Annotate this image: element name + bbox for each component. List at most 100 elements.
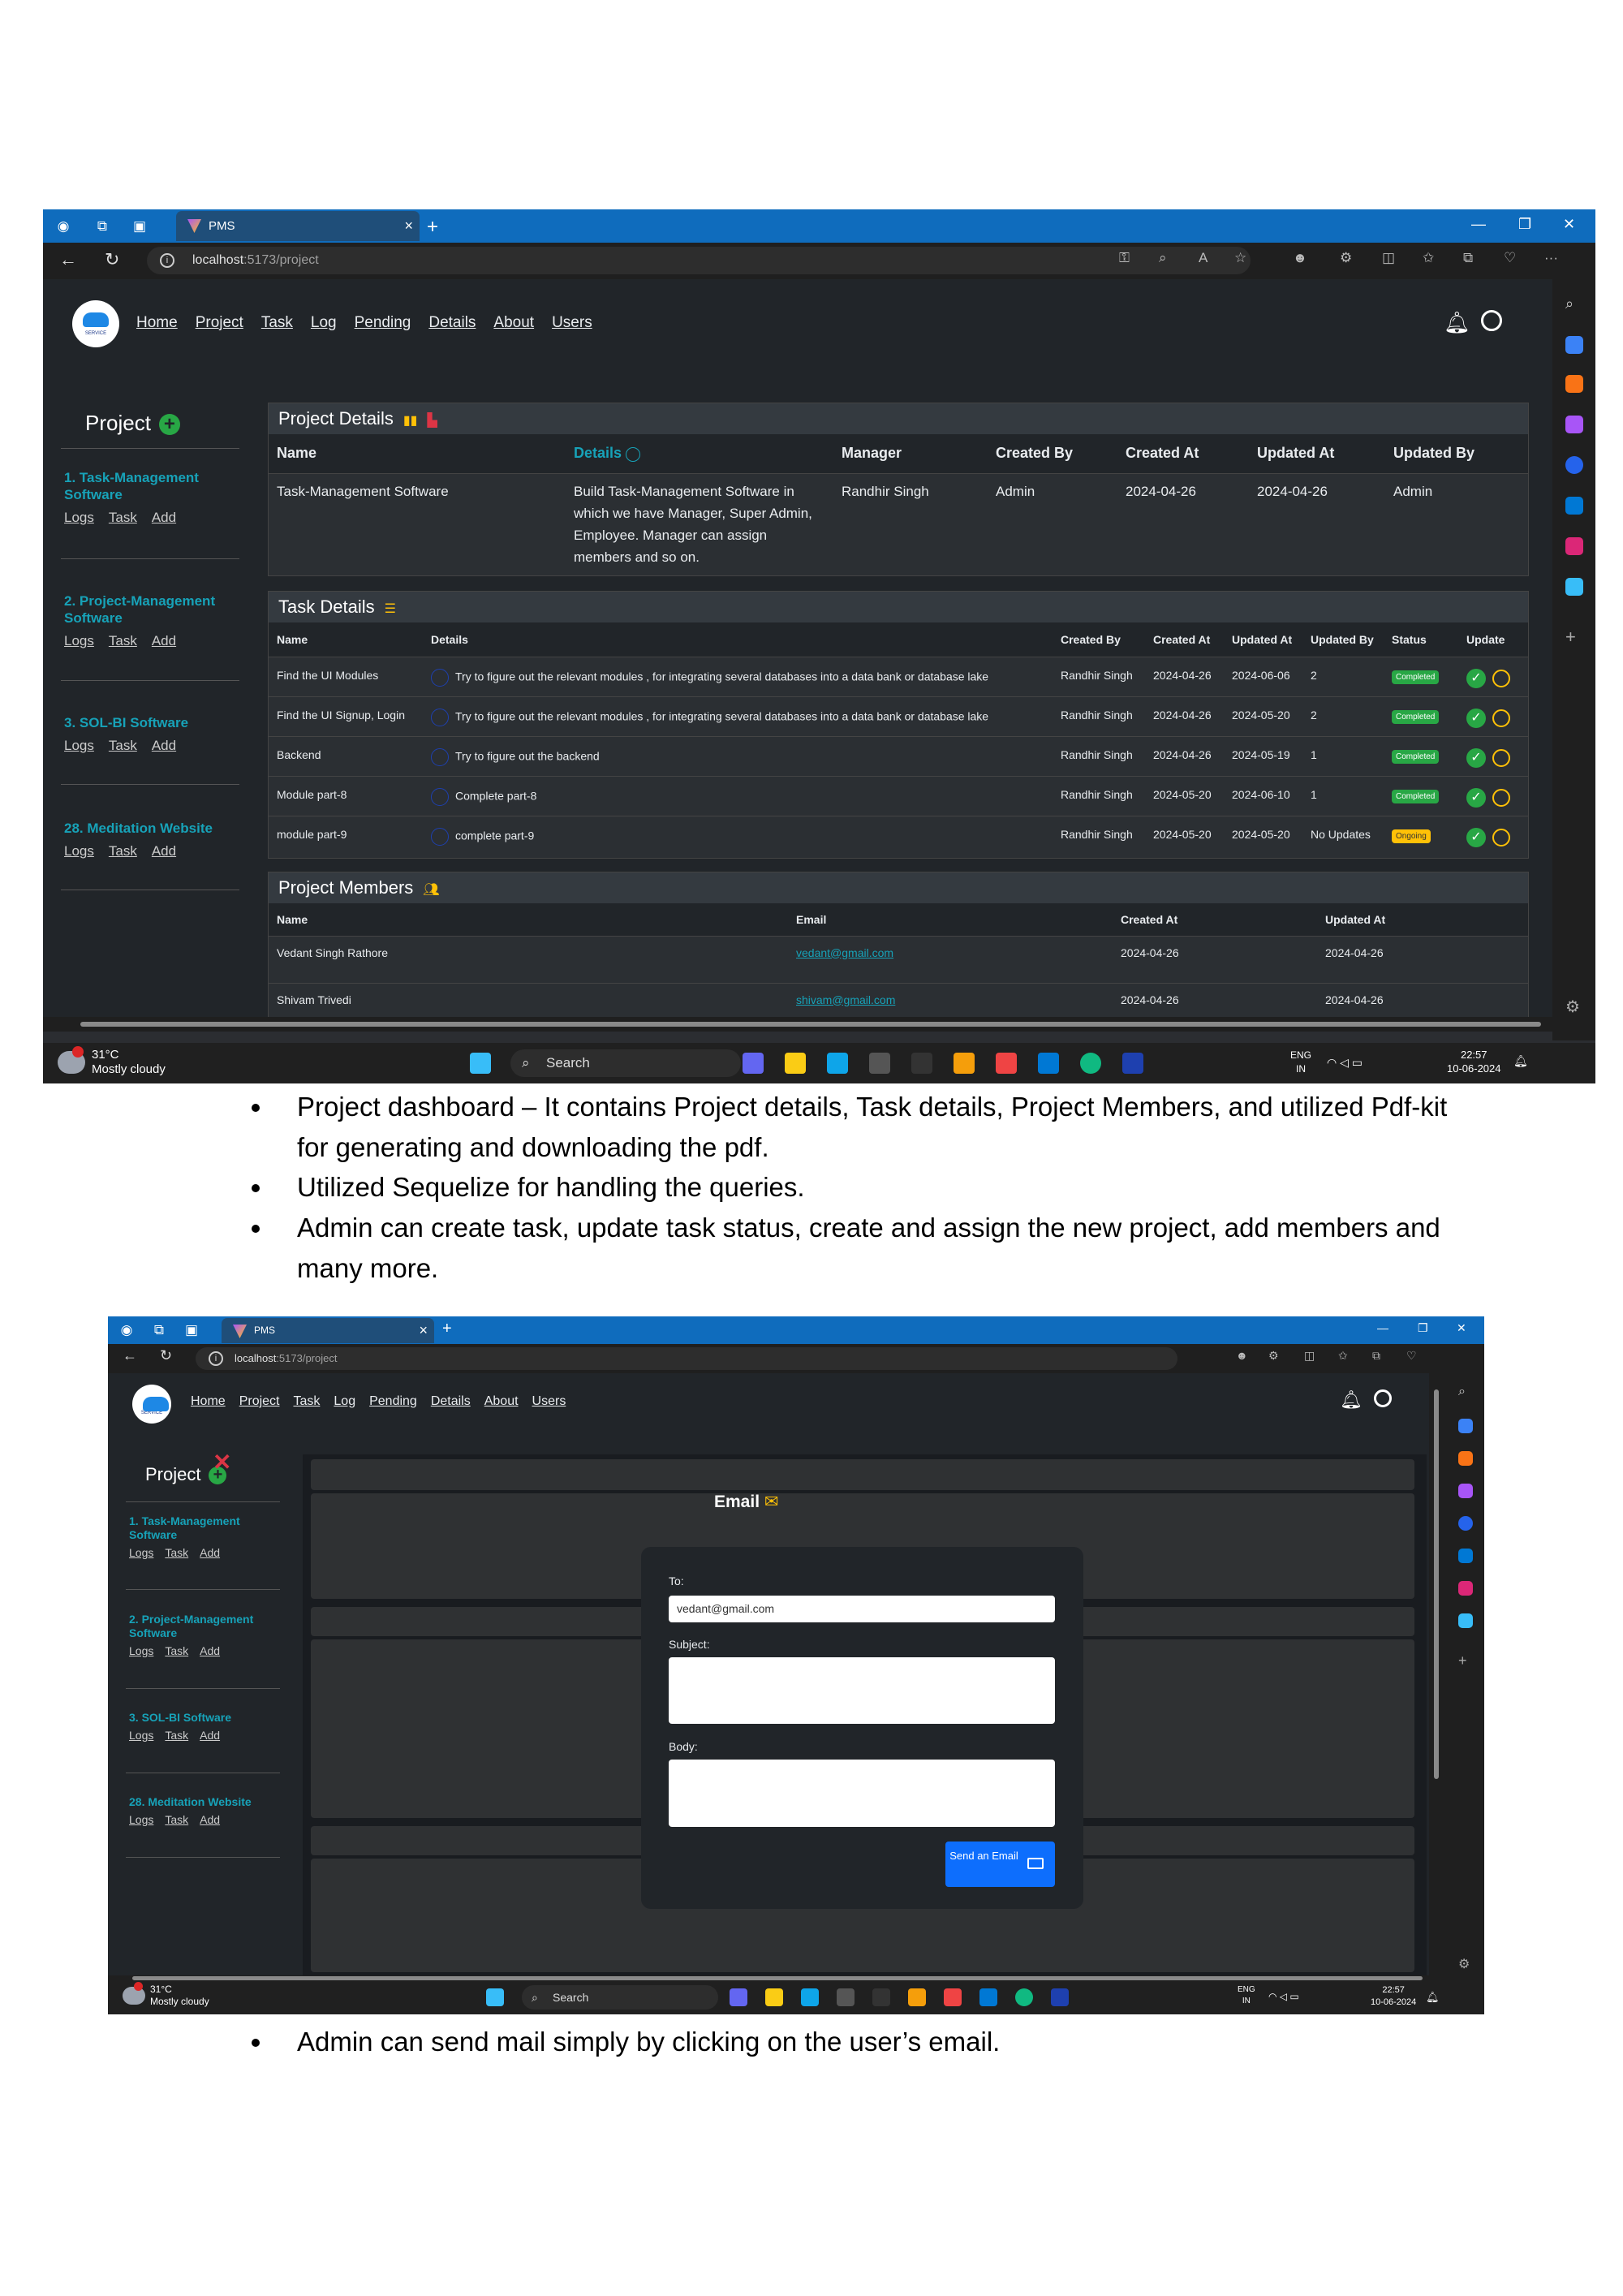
site-info-icon[interactable]: i: [160, 253, 174, 268]
restore-icon[interactable]: ❐: [1418, 1321, 1428, 1335]
designer-icon[interactable]: [1565, 537, 1583, 555]
site-info-icon[interactable]: i: [209, 1351, 223, 1366]
outlook-icon[interactable]: [1565, 497, 1583, 515]
project-name[interactable]: 28. Meditation Website: [129, 1795, 283, 1809]
address-bar[interactable]: i localhost:5173/project: [147, 247, 1251, 274]
split-screen-icon[interactable]: ◫: [1304, 1349, 1315, 1363]
favorites-icon[interactable]: ✩: [1423, 250, 1434, 266]
tag-icon[interactable]: [1565, 336, 1583, 354]
extensions-puzzle-icon[interactable]: ⚙: [1340, 250, 1352, 266]
split-screen-icon[interactable]: ◫: [1382, 250, 1395, 266]
close-window-icon[interactable]: ✕: [1563, 216, 1575, 233]
minimize-icon[interactable]: —: [1471, 216, 1486, 233]
monitor-icon[interactable]: [801, 1988, 819, 2006]
logs-link[interactable]: Logs: [129, 1813, 153, 1826]
toolbox-icon[interactable]: [1458, 1451, 1473, 1466]
add-link[interactable]: Add: [200, 1546, 220, 1559]
clock[interactable]: 22:57 10-06-2024: [1447, 1048, 1501, 1075]
games-icon[interactable]: [1565, 416, 1583, 433]
send-icon[interactable]: [1458, 1613, 1473, 1628]
restore-icon[interactable]: ❐: [1518, 216, 1531, 233]
add-link[interactable]: Add: [152, 510, 176, 526]
charts-icon[interactable]: [908, 1988, 926, 2006]
settings-gear-icon[interactable]: ⚙: [1565, 997, 1583, 1016]
users-icon[interactable]: 👥︎: [423, 875, 439, 906]
book-icon[interactable]: ▮▮: [403, 406, 418, 437]
vscode-icon[interactable]: [979, 1988, 997, 2006]
nav-task[interactable]: Task: [293, 1394, 320, 1409]
logs-link[interactable]: Logs: [64, 738, 94, 754]
nav-project[interactable]: Project: [196, 314, 243, 332]
project-name[interactable]: 1. Task-Management Software: [64, 469, 243, 503]
remote-desktop-icon[interactable]: [1051, 1988, 1069, 2006]
add-link[interactable]: Add: [152, 843, 176, 859]
logs-link[interactable]: Logs: [129, 1644, 153, 1657]
bell-icon[interactable]: 🔔︎: [1444, 310, 1470, 335]
youtube-icon[interactable]: [996, 1053, 1017, 1074]
task-link[interactable]: Task: [109, 633, 137, 649]
chatgpt-icon[interactable]: [872, 1988, 890, 2006]
search-icon[interactable]: ⌕: [1458, 1385, 1476, 1402]
wifi-volume-battery-icon[interactable]: ◠ ◁ ▭: [1327, 1056, 1363, 1070]
minimize-icon[interactable]: —: [1377, 1321, 1388, 1334]
check-icon[interactable]: ✓: [1466, 747, 1486, 768]
notification-bell-icon[interactable]: 🔔︎: [1426, 1990, 1440, 2004]
nav-details[interactable]: Details: [428, 314, 476, 332]
scroll-thumb[interactable]: [80, 1022, 1541, 1027]
logs-link[interactable]: Logs: [129, 1546, 153, 1559]
remote-desktop-icon[interactable]: [1122, 1053, 1143, 1074]
collections-icon[interactable]: ⧉: [1372, 1349, 1380, 1363]
timer-icon[interactable]: [1492, 669, 1510, 687]
brand-logo[interactable]: SERVICE: [72, 300, 119, 347]
profile-icon[interactable]: ◉: [54, 218, 72, 235]
tab-actions-icon[interactable]: ▣: [131, 218, 149, 235]
nav-project[interactable]: Project: [239, 1394, 280, 1409]
task-link[interactable]: Task: [165, 1644, 188, 1657]
tab-pms[interactable]: PMS ×: [222, 1318, 434, 1343]
add-link[interactable]: Add: [200, 1729, 220, 1742]
info-icon[interactable]: [626, 446, 641, 462]
member-email-link[interactable]: vedant@gmail.com: [796, 946, 893, 959]
project-name[interactable]: 1. Task-Management Software: [129, 1514, 283, 1542]
new-tab-icon[interactable]: +: [442, 1320, 452, 1338]
file-explorer-icon[interactable]: [765, 1988, 783, 2006]
project-name[interactable]: 2. Project-Management Software: [64, 592, 243, 627]
close-tab-icon[interactable]: ×: [419, 1318, 428, 1343]
add-link[interactable]: Add: [200, 1813, 220, 1826]
charts-icon[interactable]: [954, 1053, 975, 1074]
copilot-icon[interactable]: [1458, 1516, 1473, 1531]
close-tab-icon[interactable]: ×: [404, 211, 413, 241]
refresh-icon[interactable]: ↻: [160, 1347, 172, 1364]
task-link[interactable]: Task: [109, 510, 137, 526]
logs-link[interactable]: Logs: [129, 1729, 153, 1742]
logs-link[interactable]: Logs: [64, 843, 94, 859]
member-email-link[interactable]: shivam@gmail.com: [796, 993, 895, 1006]
tag-icon[interactable]: [1458, 1419, 1473, 1433]
logs-link[interactable]: Logs: [64, 633, 94, 649]
new-tab-icon[interactable]: +: [427, 216, 438, 239]
back-icon[interactable]: ←: [123, 1347, 137, 1364]
edge-icon[interactable]: [1080, 1053, 1101, 1074]
task-link[interactable]: Task: [165, 1729, 188, 1742]
browser-essentials-icon[interactable]: ♡: [1406, 1349, 1417, 1363]
send-email-button[interactable]: Send an Email: [945, 1842, 1055, 1887]
monitor-icon[interactable]: [827, 1053, 848, 1074]
nav-home[interactable]: Home: [191, 1394, 226, 1409]
nav-users[interactable]: Users: [532, 1394, 566, 1409]
body-input[interactable]: [669, 1760, 1055, 1827]
games-icon[interactable]: [1458, 1484, 1473, 1498]
horizontal-scrollbar[interactable]: [43, 1017, 1567, 1032]
scroll-thumb[interactable]: [1434, 1389, 1439, 1779]
list-icon[interactable]: ☰: [385, 594, 396, 625]
close-modal-icon[interactable]: ✕: [213, 1449, 231, 1475]
timer-icon[interactable]: [1492, 788, 1510, 807]
zoom-icon[interactable]: ⌕: [1159, 250, 1167, 266]
check-icon[interactable]: ✓: [1466, 708, 1486, 728]
add-icon[interactable]: +: [1458, 1652, 1476, 1670]
collections-icon[interactable]: ⧉: [1463, 250, 1473, 266]
copilot-icon[interactable]: [1565, 456, 1583, 474]
profile-icon[interactable]: ◉: [118, 1321, 136, 1339]
nav-users[interactable]: Users: [552, 314, 592, 332]
send-icon[interactable]: [1565, 578, 1583, 596]
address-bar[interactable]: i localhost:5173/project: [196, 1347, 1177, 1370]
